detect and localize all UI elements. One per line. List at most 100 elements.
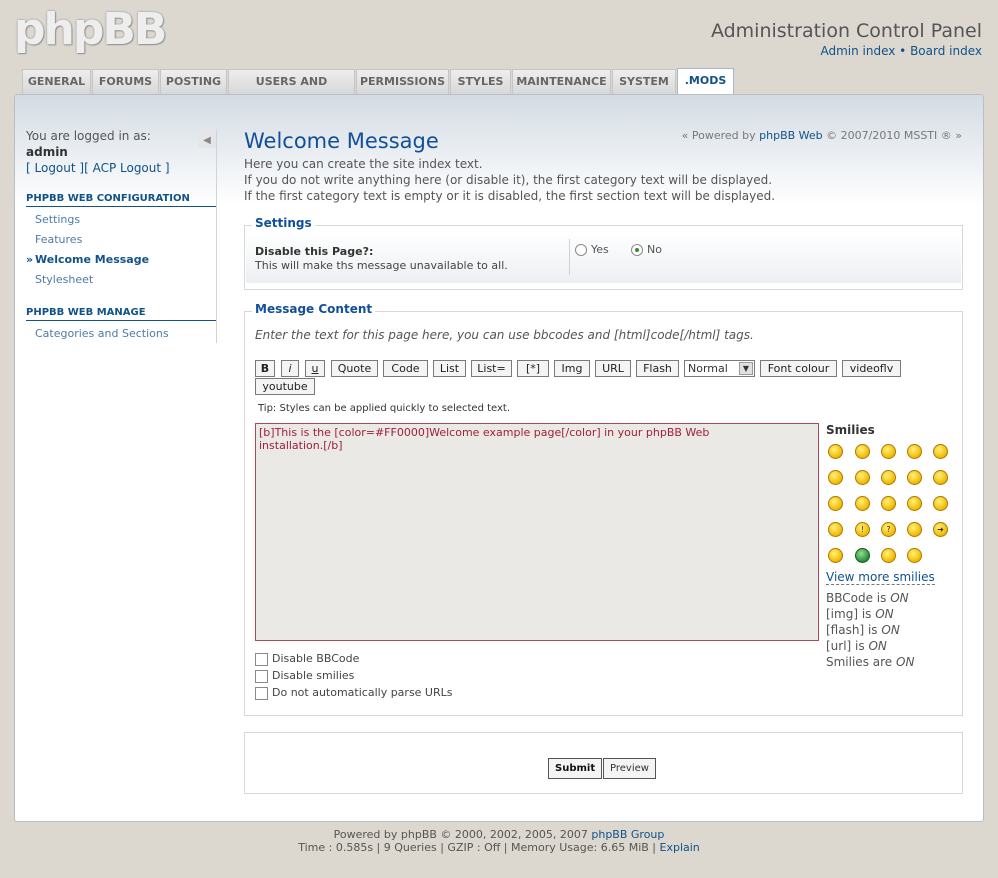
phpbb-web-link[interactable]: phpBB Web: [759, 129, 823, 142]
textarea-line-1: [b]This is the [color=#FF0000]Welcome ex…: [259, 426, 710, 439]
smiley-icon[interactable]: [881, 548, 896, 563]
font-size-select[interactable]: Normal ▼: [684, 360, 755, 377]
settings-fieldset: Settings Disable this Page?: This will m…: [244, 216, 963, 290]
smiley-icon[interactable]: [933, 496, 948, 511]
smiley-icon[interactable]: [828, 548, 843, 563]
smiley-icon[interactable]: ➜: [933, 522, 948, 537]
smiley-icon[interactable]: [933, 444, 948, 459]
page-intro: Here you can create the site index text.…: [244, 157, 776, 203]
youtube-button[interactable]: youtube: [255, 378, 315, 395]
sidebar-item-categories-and-sections[interactable]: Categories and Sections: [35, 327, 169, 340]
list-item-button[interactable]: [*]: [517, 360, 549, 377]
list-button[interactable]: List: [433, 360, 466, 377]
page-title: Welcome Message: [244, 129, 439, 153]
username: admin: [26, 145, 68, 159]
submit-fieldset: Submit Preview: [244, 732, 963, 794]
smiley-icon[interactable]: [907, 470, 922, 485]
header-links: Admin index • Board index: [820, 44, 982, 58]
chevron-down-icon[interactable]: ▼: [739, 362, 753, 375]
tab-maintenance[interactable]: MAINTENANCE: [512, 69, 611, 94]
code-button[interactable]: Code: [383, 360, 428, 377]
smiley-icon[interactable]: [855, 470, 870, 485]
radio-yes[interactable]: Yes: [575, 243, 609, 256]
view-more-smilies-link[interactable]: View more smilies: [826, 570, 935, 585]
tab-mods[interactable]: .MODS: [677, 68, 734, 95]
sidebar: You are logged in as: admin [ Logout ][ …: [26, 129, 217, 343]
quote-button[interactable]: Quote: [331, 360, 378, 377]
styles-tip: Tip: Styles can be applied quickly to se…: [258, 403, 511, 414]
login-links: [ Logout ][ ACP Logout ]: [26, 161, 170, 175]
radio-no[interactable]: No: [631, 243, 662, 256]
radio-no-circle[interactable]: [631, 244, 643, 256]
smiley-icon[interactable]: [907, 496, 922, 511]
admin-index-link[interactable]: Admin index: [820, 44, 895, 58]
img-button[interactable]: Img: [554, 360, 590, 377]
sidebar-item-features[interactable]: Features: [35, 233, 82, 246]
smiley-icon[interactable]: [855, 548, 870, 563]
section-heading-manage: PHPBB WEB MANAGE: [26, 307, 216, 321]
smiley-icon[interactable]: [881, 496, 896, 511]
tab-general[interactable]: GENERAL: [22, 69, 91, 94]
smiley-icon[interactable]: [907, 522, 922, 537]
tab-permissions[interactable]: PERMISSIONS: [356, 69, 449, 94]
sidebar-item-welcome-message[interactable]: Welcome Message: [26, 253, 149, 266]
font-colour-button[interactable]: Font colour: [760, 360, 837, 377]
bold-button[interactable]: B: [255, 360, 275, 377]
flash-button[interactable]: Flash: [636, 360, 679, 377]
phpbb-group-link[interactable]: phpBB Group: [591, 828, 664, 841]
powered-by: « Powered by phpBB Web © 2007/2010 MSSTI…: [681, 129, 962, 142]
sidebar-item-stylesheet[interactable]: Stylesheet: [35, 273, 93, 286]
main-panel: You are logged in as: admin [ Logout ][ …: [14, 94, 984, 822]
acp-logout-link[interactable]: [ ACP Logout ]: [84, 161, 170, 175]
tab-styles[interactable]: STYLES: [450, 69, 511, 94]
smiley-icon[interactable]: [855, 496, 870, 511]
link-separator: •: [899, 44, 907, 58]
explain-link[interactable]: Explain: [660, 841, 700, 854]
smiley-icon[interactable]: [855, 444, 870, 459]
disable-smilies-option[interactable]: Disable smilies: [255, 669, 354, 683]
radio-yes-circle[interactable]: [575, 244, 587, 256]
smiley-icon[interactable]: [907, 548, 922, 563]
textarea-line-2: installation.[/b]: [259, 439, 343, 452]
videoflv-button[interactable]: videoflv: [842, 360, 901, 377]
phpbb-logo: phpBB: [14, 4, 167, 55]
disable-url-parse-option[interactable]: Do not automatically parse URLs: [255, 686, 453, 700]
smiley-icon[interactable]: [907, 444, 922, 459]
logout-link[interactable]: [ Logout ]: [26, 161, 84, 175]
tab-system[interactable]: SYSTEM: [612, 69, 676, 94]
smilies-status: Smilies are ON: [826, 655, 915, 669]
smiley-icon[interactable]: ?: [881, 522, 896, 537]
ordered-list-button[interactable]: List=: [471, 360, 512, 377]
board-index-link[interactable]: Board index: [910, 44, 982, 58]
tab-posting[interactable]: POSTING: [160, 69, 227, 94]
url-button[interactable]: URL: [595, 360, 631, 377]
underline-button[interactable]: u: [305, 360, 325, 377]
preview-button[interactable]: Preview: [603, 758, 656, 779]
tab-forums[interactable]: FORUMS: [92, 69, 159, 94]
smiley-icon[interactable]: [881, 444, 896, 459]
acp-title: Administration Control Panel: [710, 20, 982, 42]
smiley-icon[interactable]: [828, 470, 843, 485]
disable-bbcode-option[interactable]: Disable BBCode: [255, 652, 359, 666]
submit-button[interactable]: Submit: [548, 758, 603, 779]
collapse-sidebar-icon[interactable]: ◀: [198, 133, 216, 148]
smilies-title: Smilies: [826, 423, 875, 437]
smiley-icon[interactable]: [881, 470, 896, 485]
section-heading-configuration: PHPBB WEB CONFIGURATION: [26, 193, 216, 207]
smiley-icon[interactable]: [828, 496, 843, 511]
message-content-fieldset: Message Content Enter the text for this …: [244, 302, 963, 716]
logged-in-label: You are logged in as:: [26, 129, 151, 143]
smiley-icon[interactable]: [828, 522, 843, 537]
sidebar-item-settings[interactable]: Settings: [35, 213, 80, 226]
italic-button[interactable]: i: [281, 360, 299, 377]
disable-page-help: This will make ths message unavailable t…: [255, 259, 508, 272]
editor-hint: Enter the text for this page here, you c…: [255, 328, 754, 342]
disable-bbcode-checkbox[interactable]: [255, 652, 268, 666]
smiley-icon[interactable]: !: [855, 522, 870, 537]
tab-users-and-groups[interactable]: USERS AND GROUPS: [228, 69, 355, 112]
smiley-icon[interactable]: [933, 470, 948, 485]
smiley-icon[interactable]: [828, 444, 843, 459]
disable-url-parse-checkbox[interactable]: [255, 686, 268, 700]
message-textarea[interactable]: [b]This is the [color=#FF0000]Welcome ex…: [255, 423, 819, 641]
disable-smilies-checkbox[interactable]: [255, 669, 268, 683]
